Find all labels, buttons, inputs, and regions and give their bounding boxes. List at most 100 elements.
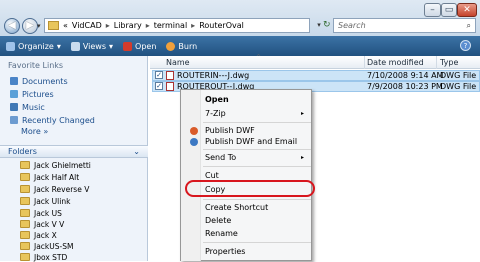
command-bar: Organize ▾ Views ▾ Open Burn [0, 36, 480, 56]
back-button[interactable]: ◀ [4, 18, 20, 34]
column-divider[interactable] [436, 56, 437, 69]
folder-icon [20, 173, 30, 181]
organize-button[interactable]: Organize ▾ [6, 41, 61, 51]
folder-item[interactable]: Jack Ulink [20, 196, 70, 206]
folder-item[interactable]: Jack Ghielmetti [20, 160, 91, 170]
recent-pages-dropdown[interactable]: ▾ [37, 22, 41, 30]
dwf-icon [190, 127, 198, 135]
menu-separator [203, 122, 311, 123]
submenu-arrow-icon: ▸ [301, 110, 305, 117]
menu-separator [203, 242, 311, 243]
folder-icon [20, 220, 30, 228]
file-type: DWG File [440, 71, 477, 80]
breadcrumb-separator[interactable]: ▸ [191, 21, 195, 30]
minimize-button[interactable]: – [424, 3, 441, 17]
column-divider[interactable] [364, 56, 365, 69]
favorite-links-heading: Favorite Links [8, 61, 64, 70]
organize-label: Organize [18, 41, 54, 51]
favorite-recently-changed[interactable]: Recently Changed [10, 114, 95, 126]
more-label: More [21, 127, 41, 136]
menu-item-send-to[interactable]: Send To [205, 153, 236, 162]
search-placeholder: Search [338, 21, 366, 30]
file-date: 7/10/2008 9:14 AM [367, 71, 444, 80]
menu-item-cut[interactable]: Cut [205, 171, 219, 180]
menu-item-7zip[interactable]: 7-Zip [205, 109, 226, 118]
help-icon[interactable]: ? [460, 40, 471, 51]
column-header-bar [150, 56, 480, 69]
menu-item-publish-dwf-email[interactable]: Publish DWF and Email [205, 137, 297, 146]
menu-item-properties[interactable]: Properties [205, 247, 245, 256]
context-menu-gutter [181, 90, 201, 261]
folder-label: Jack US [34, 208, 62, 218]
file-date: 7/9/2008 10:23 PM [367, 82, 443, 91]
menu-separator [203, 166, 311, 167]
arrow-right-icon: ▶ [26, 20, 34, 31]
column-header-name[interactable]: Name [166, 58, 190, 67]
music-icon [10, 103, 18, 111]
search-input[interactable]: Search ⌕ [333, 18, 476, 33]
open-button[interactable]: Open [123, 41, 157, 51]
folder-label: Jack Reverse V [34, 184, 90, 194]
views-label: Views [82, 41, 107, 51]
folder-item[interactable]: Jack X [20, 230, 57, 240]
menu-item-open[interactable]: Open [205, 95, 229, 104]
refresh-icon[interactable]: ↻ [323, 18, 331, 33]
folder-label: Jack Ulink [34, 196, 71, 206]
open-label: Open [135, 41, 157, 51]
folder-item[interactable]: Jack Reverse V [20, 184, 89, 194]
breadcrumb-separator[interactable]: ▸ [106, 21, 110, 30]
sort-arrow-icon: ^ [256, 54, 262, 61]
close-button[interactable]: ✕ [457, 3, 477, 17]
views-button[interactable]: Views ▾ [70, 41, 113, 51]
folder-icon [20, 209, 30, 217]
breadcrumb-separator[interactable]: ▸ [146, 21, 150, 30]
favorite-documents[interactable]: Documents [10, 75, 68, 87]
folder-item[interactable]: Jack US [20, 208, 62, 218]
breadcrumb-terminal[interactable]: terminal [154, 21, 187, 30]
favorite-label: Pictures [22, 89, 54, 99]
breadcrumb-library[interactable]: Library [114, 21, 142, 30]
breadcrumb-routeroval[interactable]: RouterOval [199, 21, 244, 30]
row-checkbox[interactable]: ✓ [155, 71, 163, 79]
folder-item[interactable]: Jack Half Alt [20, 172, 79, 182]
dwg-file-icon [166, 82, 174, 91]
address-bar[interactable]: « VidCAD ▸ Library ▸ terminal ▸ RouterOv… [44, 18, 310, 33]
forward-button[interactable]: ▶ [22, 18, 38, 34]
more-link[interactable]: More » [21, 127, 48, 136]
folder-label: Jack V V [34, 219, 65, 229]
folder-icon [20, 242, 30, 250]
maximize-button[interactable]: ▭ [441, 3, 457, 17]
folder-icon [20, 161, 30, 169]
folder-icon [20, 253, 30, 261]
burn-button[interactable]: Burn [166, 41, 197, 51]
recently-changed-icon [10, 116, 18, 124]
menu-separator [203, 149, 311, 150]
arrow-left-icon: ◀ [8, 20, 16, 31]
folder-label: Jbox STD [34, 252, 68, 262]
row-checkbox[interactable]: ✓ [155, 82, 163, 90]
folder-icon [48, 21, 59, 30]
burn-icon [166, 41, 176, 51]
folder-item[interactable]: Jack V V [20, 219, 64, 229]
folder-item[interactable]: JackUS-SM [20, 241, 73, 251]
column-header-type[interactable]: Type [440, 58, 458, 67]
menu-item-publish-dwf[interactable]: Publish DWF [205, 126, 255, 135]
documents-icon [10, 77, 18, 85]
file-name: ROUTERIN---J.dwg [177, 71, 250, 80]
folder-icon [20, 185, 30, 193]
menu-separator [203, 199, 311, 200]
breadcrumb-vidcad[interactable]: VidCAD [72, 21, 102, 30]
menu-item-create-shortcut[interactable]: Create Shortcut [205, 203, 268, 212]
favorite-music[interactable]: Music [10, 101, 45, 113]
column-header-date[interactable]: Date modified [367, 58, 424, 67]
menu-item-delete[interactable]: Delete [205, 216, 231, 225]
search-icon[interactable]: ⌕ [467, 21, 471, 31]
chevron-down-icon: ⌄ [133, 147, 140, 156]
folder-icon [20, 231, 30, 239]
folders-heading: Folders [8, 147, 37, 156]
folders-header[interactable]: Folders ⌄ [0, 145, 148, 158]
favorite-pictures[interactable]: Pictures [10, 88, 54, 100]
double-chevron-icon: » [43, 127, 49, 136]
menu-item-rename[interactable]: Rename [205, 229, 238, 238]
address-overflow[interactable]: « [63, 21, 68, 30]
